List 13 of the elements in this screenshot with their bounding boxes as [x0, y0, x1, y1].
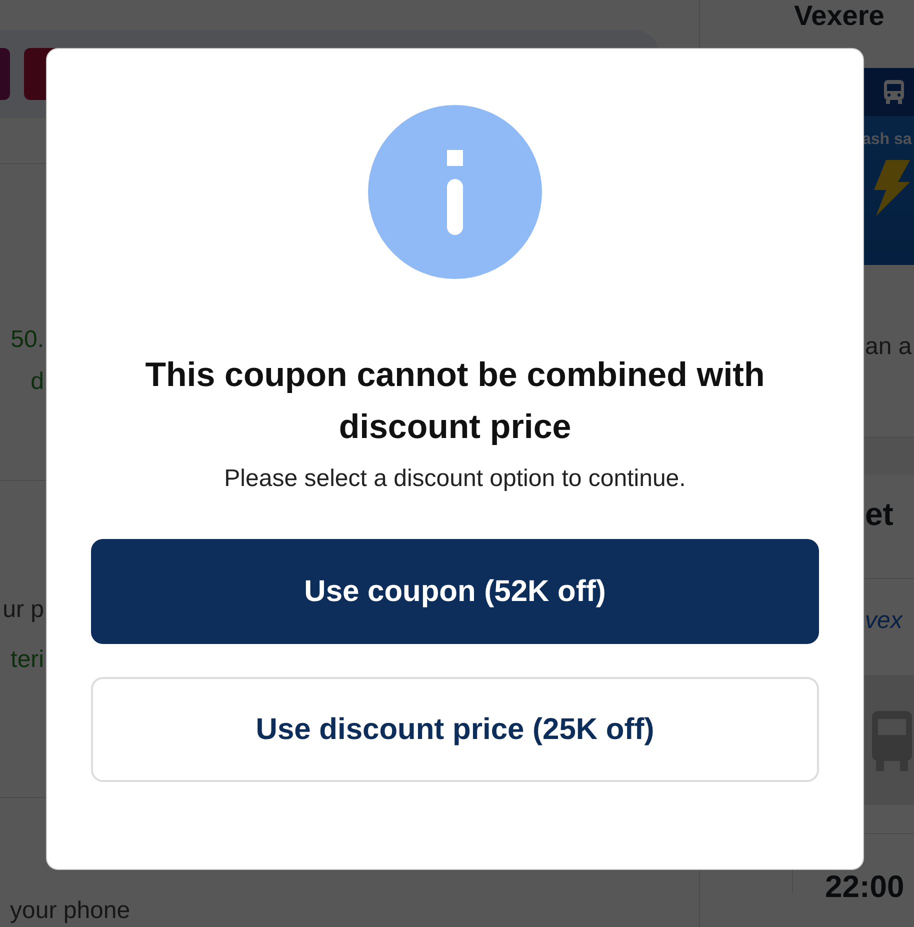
- info-text: ur p: [2, 595, 44, 625]
- bus-icon: [882, 79, 906, 105]
- price-text: 50.: [10, 325, 44, 355]
- coupon-button[interactable]: Use coupon (52K off): [91, 539, 819, 644]
- discount-button[interactable]: Use discount price (25K off): [91, 677, 819, 782]
- time-text: 22:00: [825, 868, 904, 906]
- brand-name: Vexere: [793, 0, 886, 32]
- info-icon: [368, 105, 542, 279]
- price-text: teri: [10, 645, 44, 675]
- price-text: d: [30, 367, 44, 397]
- dialog-message: Please select a discount option to continue.: [224, 464, 686, 494]
- info-text: your phone: [9, 896, 132, 926]
- info-text: an a: [864, 332, 913, 362]
